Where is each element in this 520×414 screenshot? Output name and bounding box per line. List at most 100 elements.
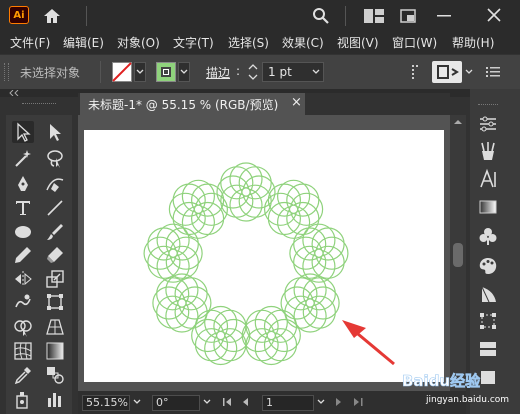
free-transform-icon: [47, 294, 63, 310]
blend-icon: [47, 367, 64, 384]
rotation-value: 0°: [156, 396, 169, 409]
circular-pattern-artwork[interactable]: [143, 162, 349, 366]
stroke-swatch[interactable]: [156, 62, 176, 82]
curvature-icon: [46, 178, 64, 192]
next-artboard-icon[interactable]: [334, 397, 344, 407]
magic-wand-icon: [15, 150, 31, 167]
menu-window[interactable]: 窗口(W): [392, 34, 437, 51]
mesh-tool[interactable]: [12, 340, 34, 362]
stroke-label[interactable]: 描边: [206, 64, 230, 81]
panel-menu-icon[interactable]: [486, 65, 500, 79]
gradient-tool[interactable]: [44, 340, 66, 362]
character-icon: [480, 168, 496, 188]
arrange-icon[interactable]: [364, 9, 384, 23]
first-artboard-icon[interactable]: [222, 397, 234, 407]
stroke-dropdown[interactable]: [178, 62, 190, 82]
close-icon[interactable]: [487, 8, 501, 22]
brushes-panel-button[interactable]: [477, 140, 499, 162]
transform-panel-button-dock[interactable]: [477, 310, 499, 332]
menu-type[interactable]: 文字(T): [173, 34, 214, 51]
scroll-up-icon[interactable]: [453, 118, 463, 126]
transform-panel-button[interactable]: [432, 61, 462, 83]
stroke-stepper[interactable]: [247, 61, 259, 83]
perspective-grid-tool[interactable]: [44, 316, 66, 338]
eraser-tool[interactable]: [44, 244, 66, 266]
shape-builder-tool[interactable]: [12, 316, 34, 338]
vertical-scroll-thumb[interactable]: [453, 243, 463, 267]
menu-edit[interactable]: 编辑(E): [63, 34, 104, 51]
shape-builder-icon: [14, 320, 32, 337]
previous-artboard-icon[interactable]: [240, 397, 250, 407]
window-icon[interactable]: [400, 9, 416, 23]
pen-tool[interactable]: [12, 173, 34, 195]
ellipse-icon: [15, 226, 31, 238]
menu-select[interactable]: 选择(S): [228, 34, 269, 51]
title-separator: [86, 6, 87, 26]
document-tab-title: 未标题-1* @ 55.15 % (RGB/预览): [88, 98, 279, 112]
pen-icon: [18, 176, 28, 191]
menu-effect[interactable]: 效果(C): [282, 34, 324, 51]
direct-selection-tool[interactable]: [44, 121, 66, 143]
selection-tool[interactable]: [12, 121, 34, 143]
close-tab-button[interactable]: ×: [291, 95, 302, 110]
chevron-down-icon[interactable]: [464, 68, 474, 76]
fill-swatch[interactable]: [112, 62, 132, 82]
rosette-center: [168, 248, 178, 258]
grip-handle[interactable]: [478, 104, 498, 107]
watermark-subtext: jingyan.baidu.com: [425, 395, 509, 405]
warp-tool[interactable]: [12, 291, 34, 313]
pencil-tool[interactable]: [12, 244, 34, 266]
reflect-tool[interactable]: [12, 268, 34, 290]
ellipse-tool[interactable]: [12, 221, 34, 243]
chevron-down-icon: [312, 69, 320, 74]
search-icon[interactable]: [312, 7, 330, 25]
layers-panel-button[interactable]: [477, 338, 499, 360]
color-panel-button[interactable]: [477, 255, 499, 277]
paintbrush-icon: [47, 224, 63, 240]
graph-tool[interactable]: [44, 388, 66, 410]
minimize-icon[interactable]: [437, 14, 451, 18]
lasso-tool[interactable]: [44, 147, 66, 169]
line-tool[interactable]: [44, 197, 66, 219]
transparency-panel-button[interactable]: [477, 283, 499, 305]
eyedropper-tool[interactable]: [12, 364, 34, 386]
curvature-tool[interactable]: [44, 173, 66, 195]
fill-dropdown[interactable]: [134, 62, 146, 82]
rosette-center: [266, 331, 276, 340]
blend-tool[interactable]: [44, 364, 66, 386]
home-icon[interactable]: [42, 7, 62, 25]
chevron-down-icon[interactable]: [316, 398, 326, 406]
direct-selection-tool-icon: [50, 124, 61, 141]
chevron-down-icon[interactable]: [132, 398, 142, 406]
artboard-number-field[interactable]: 1: [262, 395, 314, 411]
properties-panel-button[interactable]: [477, 113, 499, 135]
collapse-left-icon[interactable]: [8, 90, 20, 96]
menu-view[interactable]: 视图(V): [337, 34, 379, 51]
paintbrush-tool[interactable]: [44, 221, 66, 243]
artboard-number: 1: [266, 396, 273, 409]
chevron-down-icon[interactable]: [202, 398, 212, 406]
gradient-panel-button[interactable]: [477, 196, 499, 218]
symbol-sprayer-tool[interactable]: [12, 388, 34, 410]
scale-tool[interactable]: [44, 268, 66, 290]
stroke-weight-field[interactable]: 1 pt: [262, 62, 324, 82]
last-artboard-icon[interactable]: [352, 397, 364, 407]
zoom-value: 55.15%: [86, 396, 128, 409]
grip-handle[interactable]: [4, 63, 9, 81]
character-panel-button[interactable]: [477, 168, 499, 190]
grip-handle[interactable]: [22, 103, 56, 106]
menu-bar: 文件(F) 编辑(E) 对象(O) 文字(T) 选择(S) 效果(C) 视图(V…: [0, 30, 520, 54]
symbols-panel-button[interactable]: [477, 225, 499, 247]
rotation-field[interactable]: 0°: [152, 395, 200, 411]
type-tool[interactable]: [12, 197, 34, 219]
menu-help[interactable]: 帮助(H): [452, 34, 494, 51]
align-panel-icon[interactable]: [410, 63, 430, 81]
menu-file[interactable]: 文件(F): [10, 34, 50, 51]
zoom-field[interactable]: 55.15%: [82, 395, 130, 411]
magic-wand-tool[interactable]: [12, 147, 34, 169]
menu-object[interactable]: 对象(O): [117, 34, 160, 51]
color-icon: [479, 258, 497, 274]
watermark: Baidu经验 jingyan.baidu.com: [402, 372, 509, 405]
free-transform-tool[interactable]: [44, 291, 66, 313]
document-tab[interactable]: 未标题-1* @ 55.15 % (RGB/预览) ×: [80, 93, 305, 115]
